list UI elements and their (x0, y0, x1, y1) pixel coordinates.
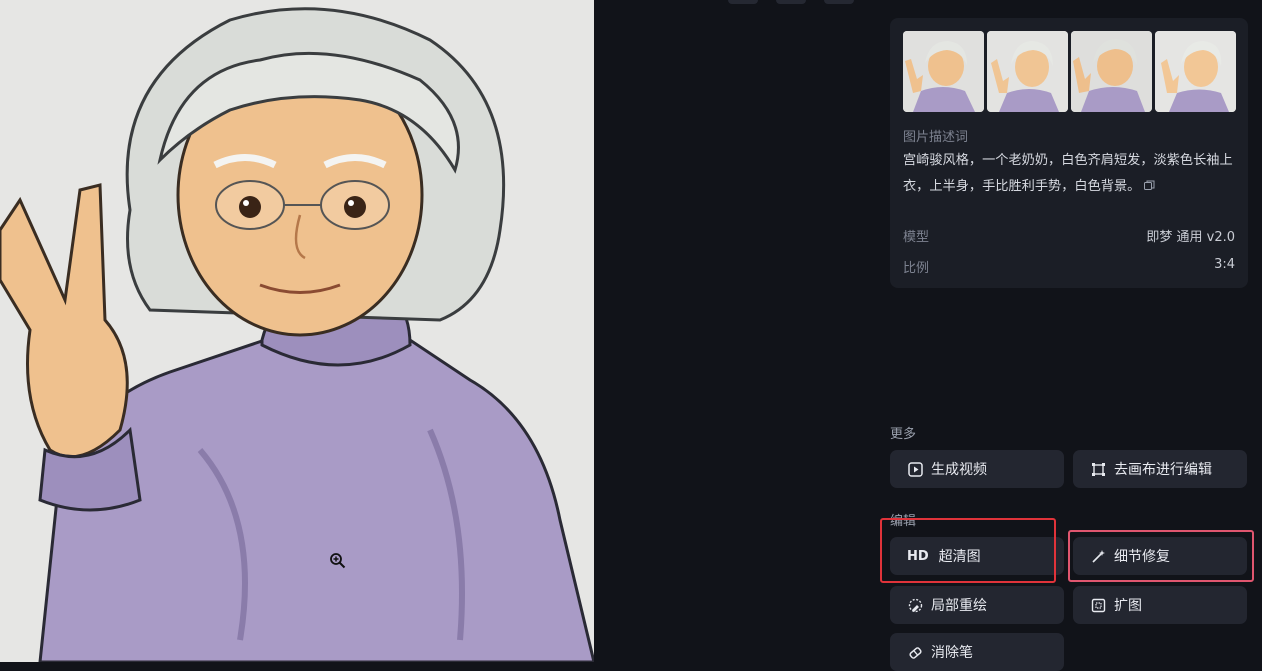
more-section-label: 更多 (890, 427, 917, 442)
image-info-card: 图片描述词 宫崎骏风格，一个老奶奶，白色齐肩短发，淡紫色长袖上衣，上半身，手比胜… (890, 18, 1248, 288)
expand-image-button[interactable]: 扩图 (1073, 586, 1247, 624)
thumbnail-3[interactable] (1071, 31, 1152, 112)
thumbnail-2[interactable] (987, 31, 1068, 112)
ratio-value: 3:4 (1214, 257, 1235, 272)
eraser-button[interactable]: 消除笔 (890, 633, 1064, 671)
expand-image-label: 扩图 (1114, 598, 1142, 614)
video-play-icon (907, 461, 923, 477)
canvas-frame-icon (1090, 461, 1106, 477)
brush-icon (907, 597, 923, 613)
toolbar-button-3[interactable] (824, 0, 854, 4)
ratio-label: 比例 (903, 261, 930, 276)
thumbnail-strip (903, 31, 1236, 112)
copy-icon[interactable] (1144, 180, 1155, 191)
model-value: 即梦 通用 v2.0 (1146, 230, 1235, 245)
toolbar-button-1[interactable] (728, 0, 758, 4)
generate-video-button[interactable]: 生成视频 (890, 450, 1064, 488)
ratio-row: 比例 3:4 (903, 257, 1235, 276)
expand-frame-icon (1090, 597, 1106, 613)
prompt-text[interactable]: 宫崎骏风格，一个老奶奶，白色齐肩短发，淡紫色长袖上衣，上半身，手比胜利手势，白色… (903, 148, 1238, 200)
generate-video-label: 生成视频 (931, 462, 987, 478)
grandma-illustration (0, 0, 594, 662)
eraser-label: 消除笔 (931, 645, 973, 661)
eraser-icon (907, 644, 923, 660)
inpaint-label: 局部重绘 (931, 598, 987, 614)
toolbar-button-2[interactable] (776, 0, 806, 4)
inpaint-button[interactable]: 局部重绘 (890, 586, 1064, 624)
edit-on-canvas-label: 去画布进行编辑 (1114, 462, 1212, 478)
thumbnail-4[interactable] (1155, 31, 1236, 112)
edit-on-canvas-button[interactable]: 去画布进行编辑 (1073, 450, 1247, 488)
prompt-text-content: 宫崎骏风格，一个老奶奶，白色齐肩短发，淡紫色长袖上衣，上半身，手比胜利手势，白色… (903, 153, 1233, 194)
zoom-in-cursor-icon (330, 553, 346, 569)
model-row: 模型 即梦 通用 v2.0 (903, 226, 1235, 245)
thumbnail-1[interactable] (903, 31, 984, 112)
generated-image[interactable] (0, 0, 594, 662)
highlight-box-detail-fix (1068, 530, 1254, 582)
prompt-label: 图片描述词 (903, 130, 969, 145)
model-label: 模型 (903, 230, 930, 245)
highlight-box-super-resolution (880, 518, 1056, 583)
